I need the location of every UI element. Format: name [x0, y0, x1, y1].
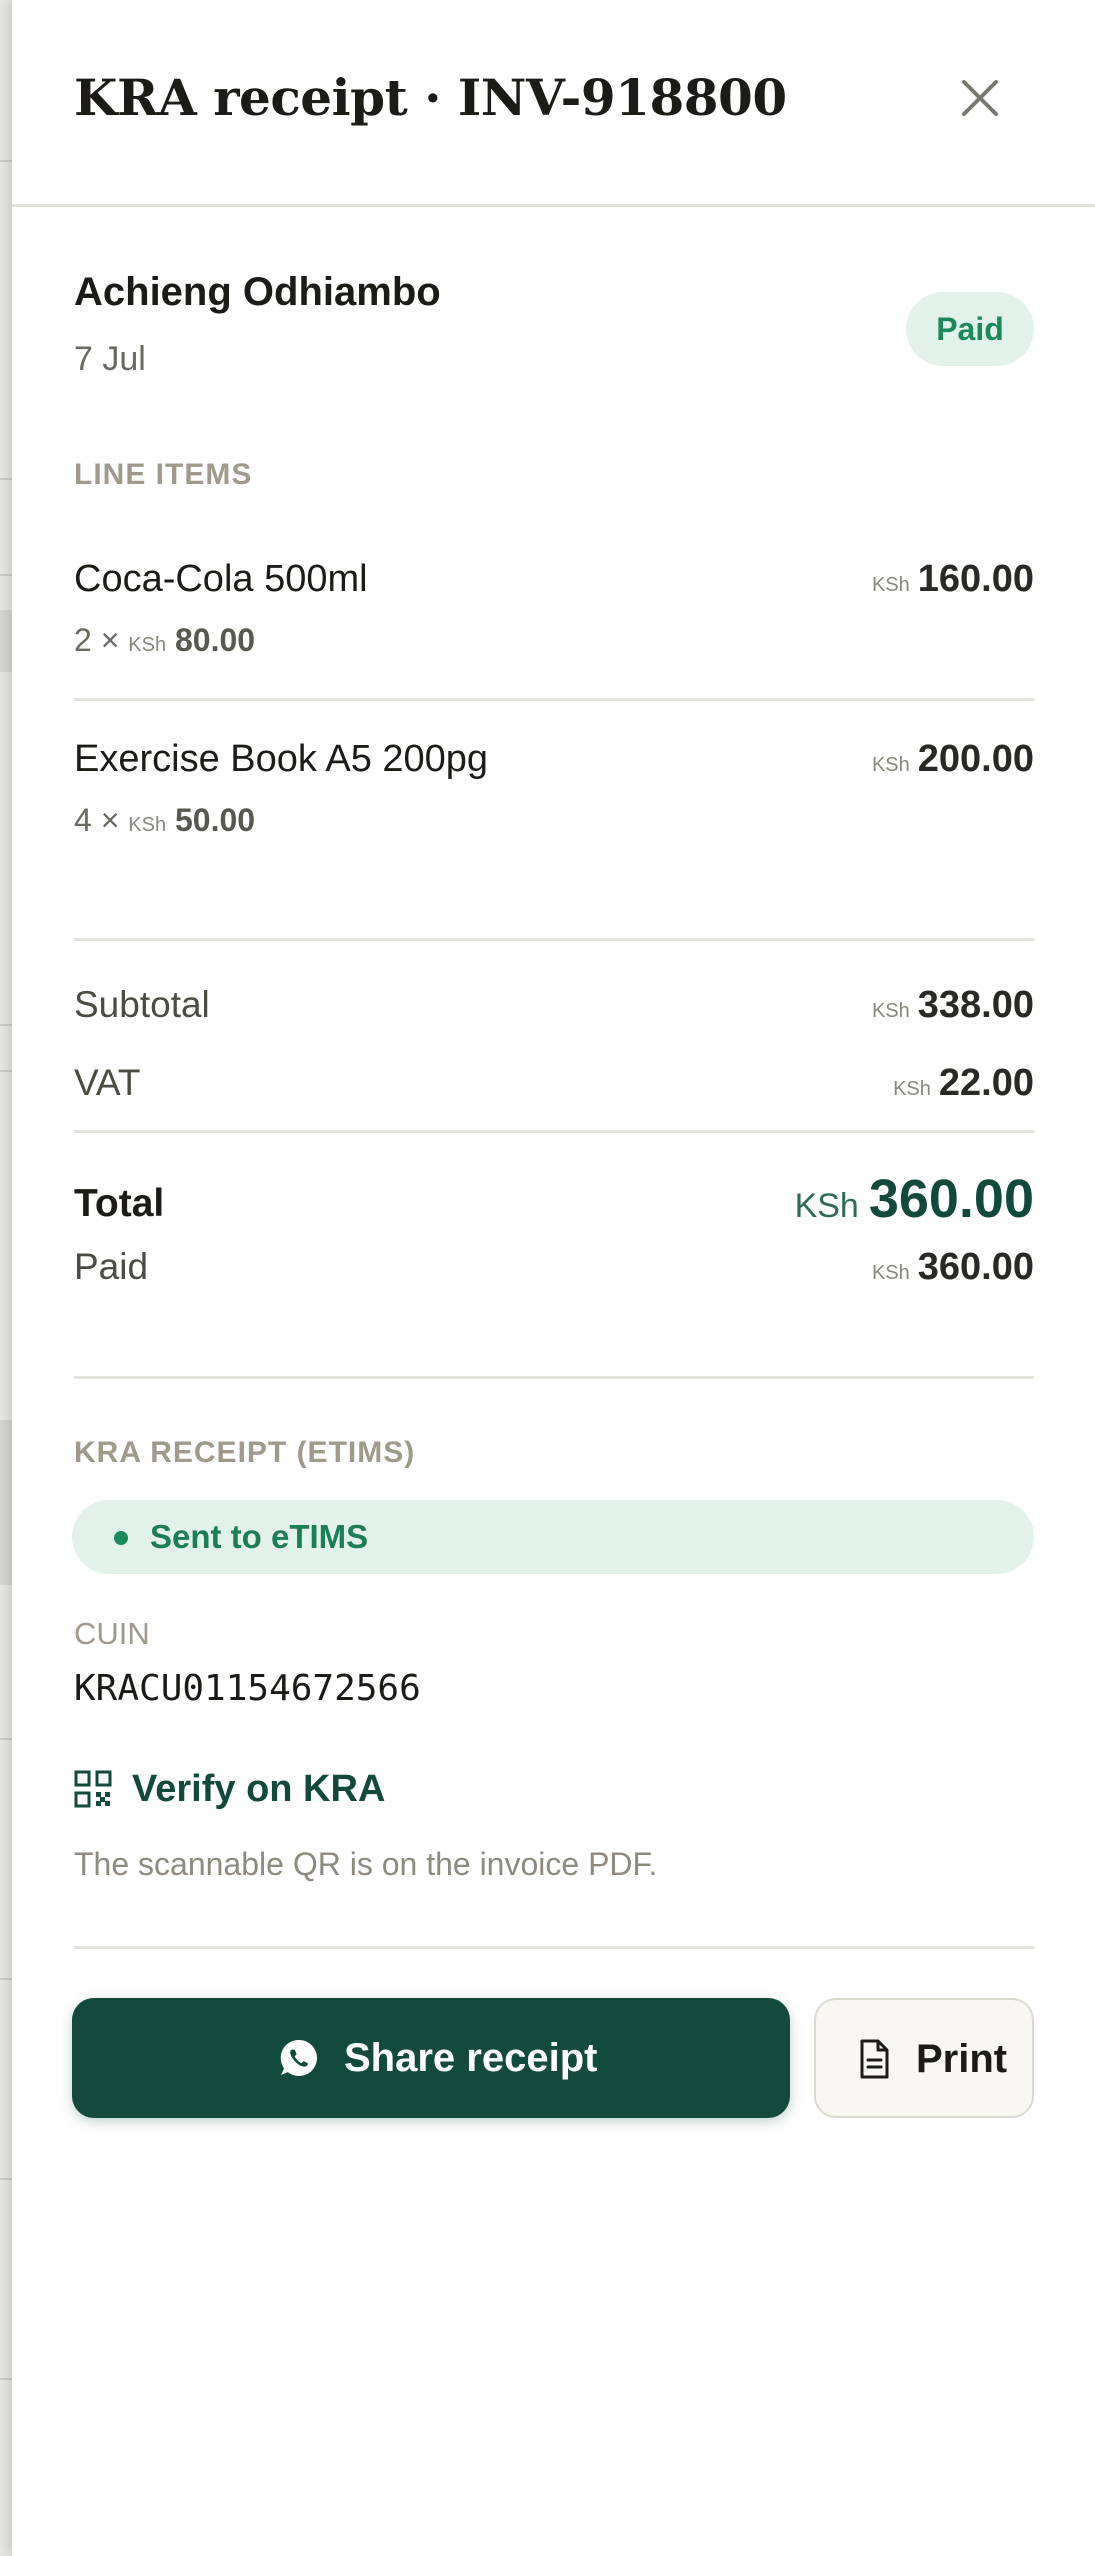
background-page [0, 0, 12, 2556]
close-button[interactable] [952, 70, 1008, 126]
total-amount: KSh 360.00 [794, 1169, 1034, 1229]
status-dot-icon [114, 1531, 128, 1545]
item-amount: KSh 160.00 [871, 558, 1034, 600]
cuin-value: KRACU01154672566 [74, 1668, 421, 1709]
qr-code-icon [74, 1770, 112, 1808]
vat-label: VAT [74, 1062, 141, 1103]
divider [74, 1376, 1034, 1379]
item-name: Coca-Cola 500ml [74, 558, 368, 600]
cuin-label: CUIN [74, 1616, 150, 1651]
print-button[interactable]: Print [814, 1998, 1034, 2118]
divider [74, 698, 1034, 701]
status-badge: Paid [906, 292, 1034, 366]
etims-heading: KRA RECEIPT (ETIMS) [74, 1436, 416, 1469]
vat-amount: KSh 22.00 [893, 1062, 1034, 1104]
receipt-drawer: KRA receipt · INV-918800 Achieng Odhiamb… [12, 0, 1095, 2556]
line-items-heading: LINE ITEMS [74, 458, 253, 491]
item-quantity: 2 × KSh 80.00 [74, 622, 256, 658]
share-label: Share receipt [344, 2036, 598, 2080]
divider [74, 1946, 1034, 1949]
customer-name: Achieng Odhiambo [74, 270, 441, 314]
subtotal-amount: KSh 338.00 [871, 984, 1034, 1026]
divider [74, 938, 1034, 941]
document-icon [860, 2039, 889, 2079]
etims-status-pill: Sent to eTIMS [72, 1500, 1034, 1574]
receipt-date: 7 Jul [74, 340, 146, 378]
verify-label: Verify on KRA [132, 1768, 386, 1810]
paid-amount: KSh 360.00 [871, 1246, 1034, 1288]
print-label: Print [916, 2037, 1008, 2081]
etims-status: Sent to eTIMS [150, 1518, 369, 1555]
subtotal-label: Subtotal [74, 984, 210, 1025]
close-icon [962, 80, 998, 116]
receipt-title: KRA receipt · INV-918800 [74, 68, 787, 127]
drawer-header: KRA receipt · INV-918800 [12, 0, 1095, 207]
total-label: Total [74, 1182, 165, 1225]
qr-note: The scannable QR is on the invoice PDF. [74, 1846, 658, 1882]
item-amount: KSh 200.00 [871, 738, 1034, 780]
item-quantity: 4 × KSh 50.00 [74, 802, 256, 838]
share-receipt-button[interactable]: Share receipt [72, 1998, 790, 2118]
item-name: Exercise Book A5 200pg [74, 738, 489, 780]
whatsapp-icon [280, 2039, 317, 2076]
paid-label: Paid [74, 1246, 149, 1287]
divider [74, 1130, 1034, 1133]
